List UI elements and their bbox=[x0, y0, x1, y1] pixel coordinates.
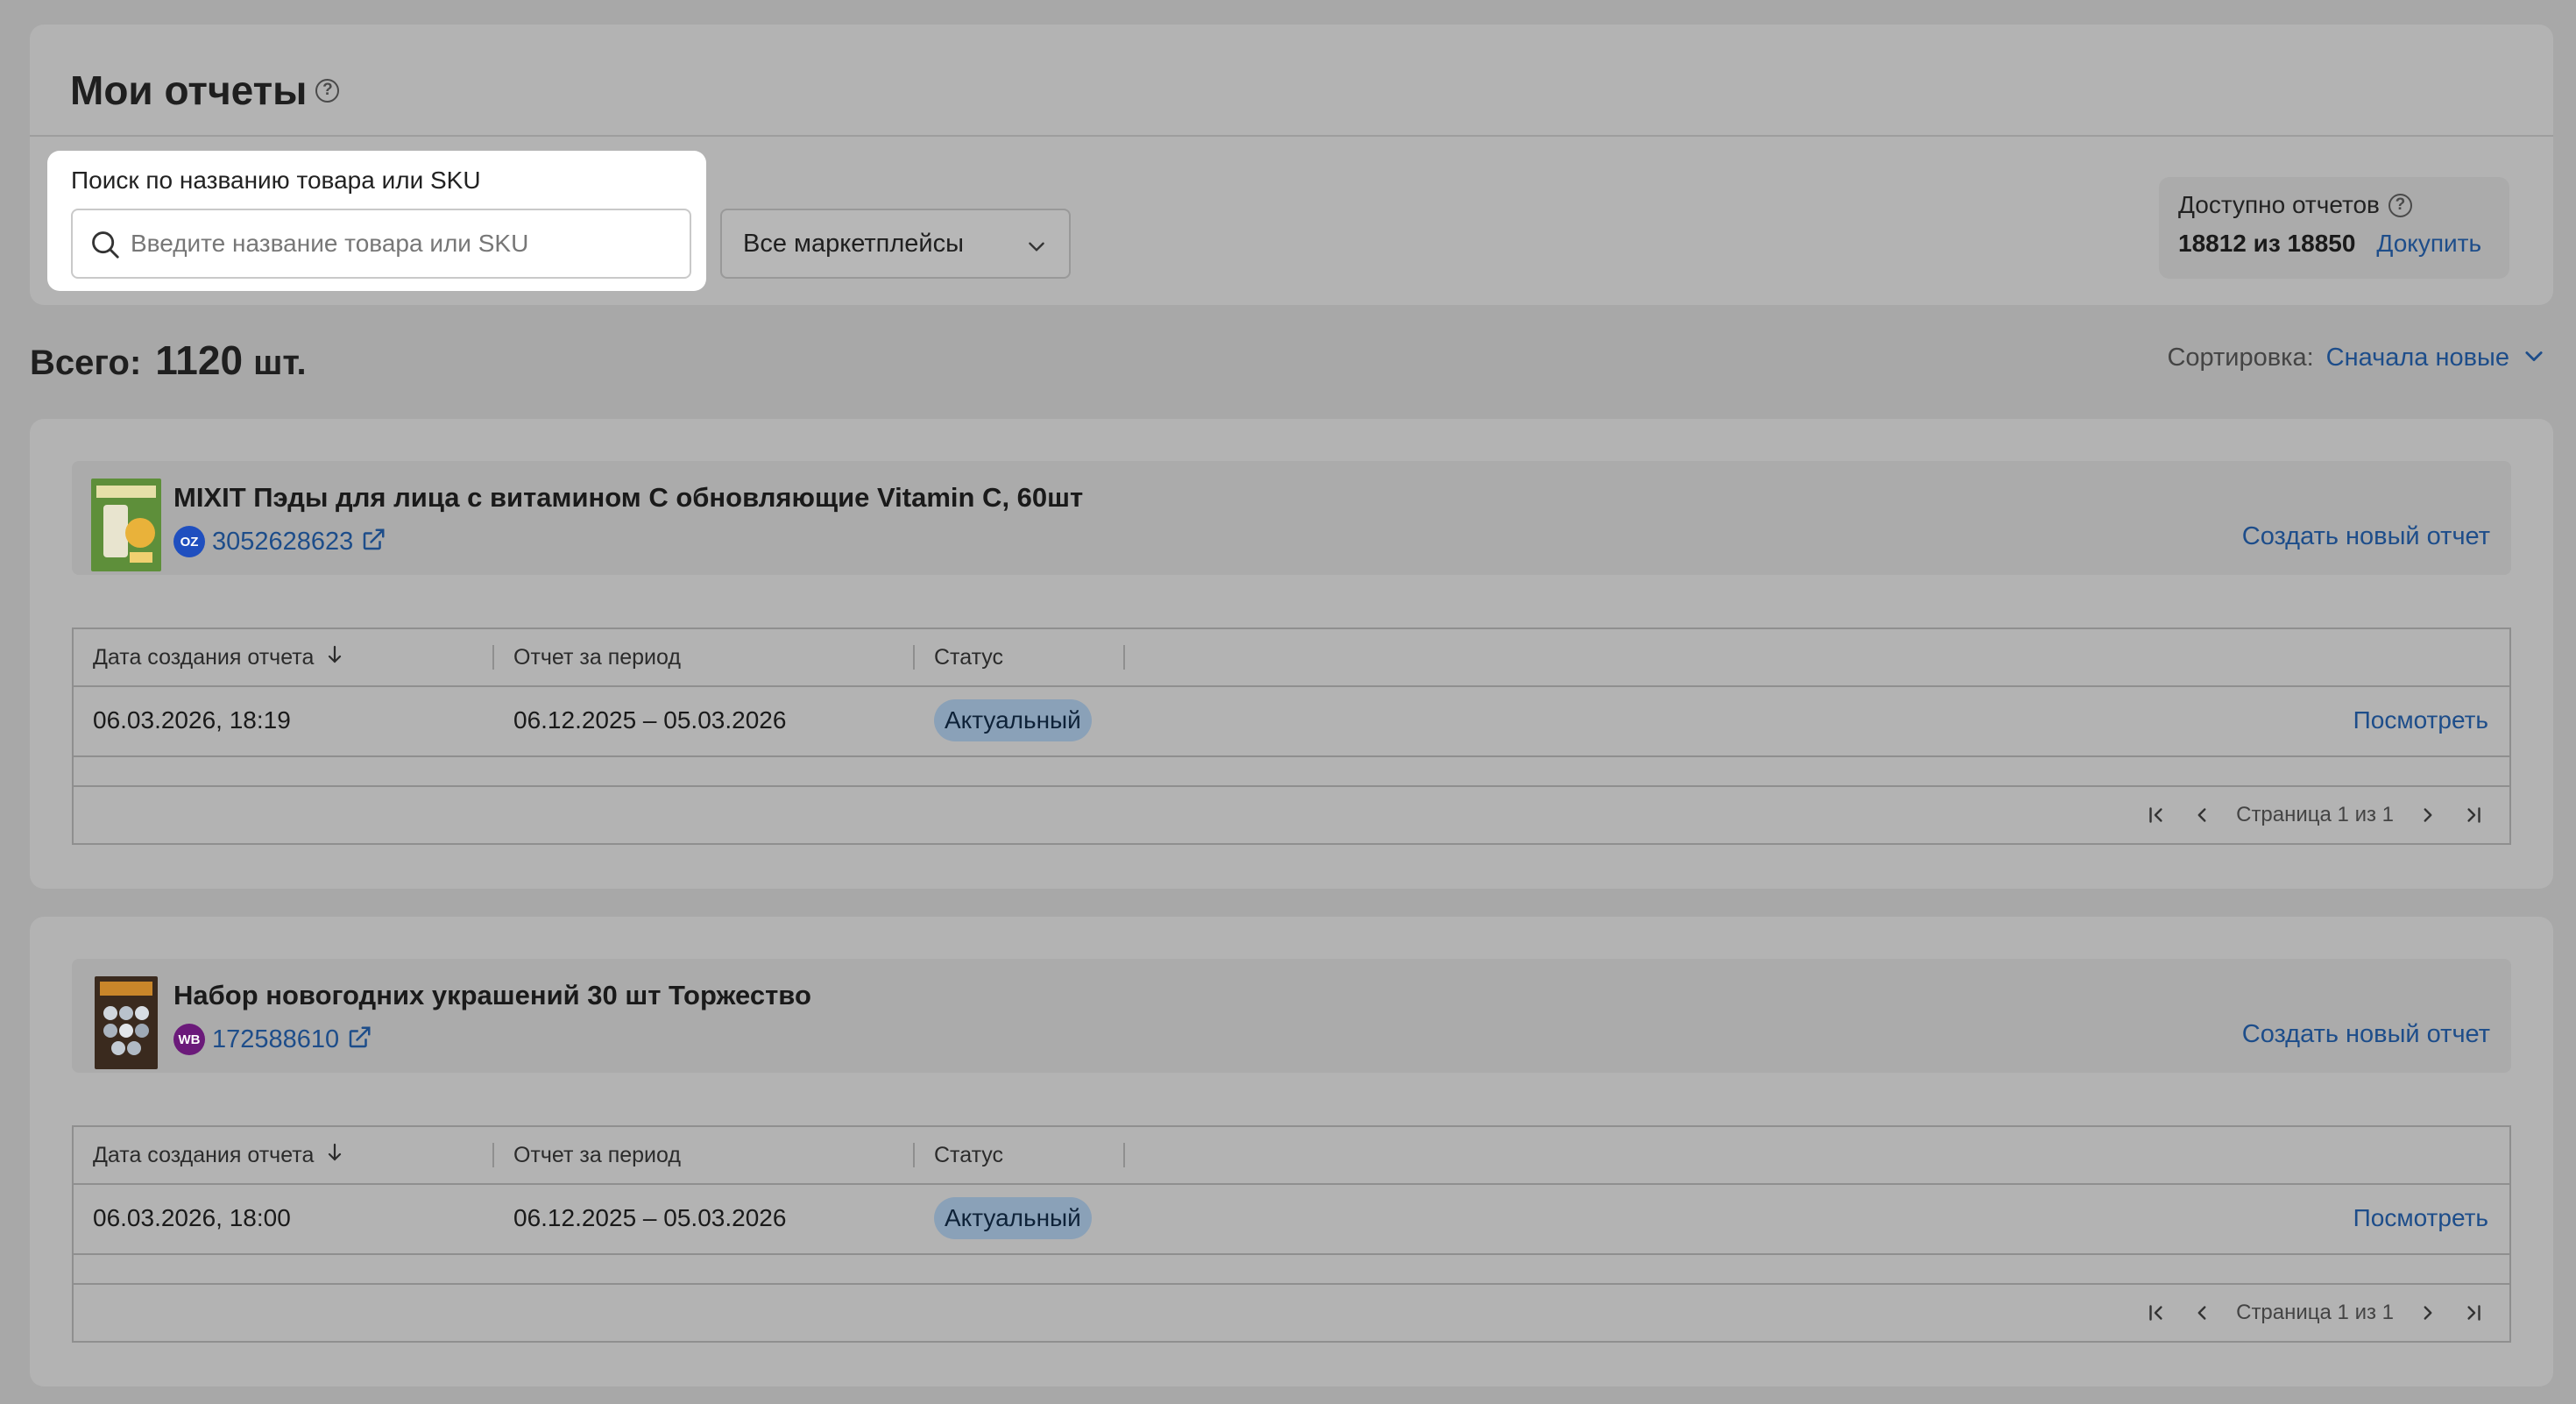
table-spacer bbox=[74, 1255, 2509, 1285]
sort-value[interactable]: Сначала новые bbox=[2326, 344, 2509, 372]
table-row: 06.03.2026, 18:19 06.12.2025 – 05.03.202… bbox=[74, 685, 2509, 757]
product-header: Набор новогодних украшений 30 шт Торжест… bbox=[72, 959, 2511, 1073]
column-separator bbox=[492, 645, 494, 670]
column-separator bbox=[1123, 1143, 1125, 1167]
pagination: Страница 1 из 1 bbox=[2145, 787, 2485, 843]
external-link-icon[interactable] bbox=[360, 527, 386, 557]
ozon-badge-icon: OZ bbox=[173, 526, 205, 557]
last-page-icon[interactable] bbox=[2462, 1301, 2485, 1324]
external-link-icon[interactable] bbox=[346, 1025, 372, 1055]
report-created-date: 06.03.2026, 18:00 bbox=[93, 1204, 291, 1231]
product-sku-row: WB 172588610 bbox=[173, 1024, 372, 1055]
status-badge: Актуальный bbox=[934, 1197, 1092, 1239]
reports-table: Дата создания отчета Отчет за период Ста… bbox=[72, 1125, 2511, 1343]
report-status: Актуальный bbox=[934, 685, 1092, 755]
table-row: 06.03.2026, 18:00 06.12.2025 – 05.03.202… bbox=[74, 1183, 2509, 1255]
quota-value: 18812 из 18850 bbox=[2178, 230, 2356, 257]
next-page-icon[interactable] bbox=[2417, 804, 2439, 826]
marketplace-select[interactable]: Все маркетплейсы bbox=[720, 209, 1071, 279]
last-page-icon[interactable] bbox=[2462, 804, 2485, 826]
report-period: 06.12.2025 – 05.03.2026 bbox=[513, 706, 787, 734]
quota-value-row: 18812 из 18850 Докупить bbox=[2178, 230, 2481, 258]
product-title: MIXIT Пэды для лица с витамином С обновл… bbox=[173, 482, 1084, 513]
column-header-created[interactable]: Дата создания отчета bbox=[93, 629, 343, 685]
wildberries-badge-icon: WB bbox=[173, 1024, 205, 1055]
next-page-icon[interactable] bbox=[2417, 1301, 2439, 1324]
sku-link[interactable]: 3052628623 bbox=[212, 528, 353, 557]
first-page-icon[interactable] bbox=[2145, 804, 2168, 826]
column-header-created[interactable]: Дата создания отчета bbox=[93, 1127, 343, 1183]
page-title-row: Мои отчеты ? bbox=[70, 67, 340, 114]
status-badge: Актуальный bbox=[934, 699, 1092, 741]
table-header-row: Дата создания отчета Отчет за период Ста… bbox=[74, 629, 2509, 687]
column-separator bbox=[913, 645, 915, 670]
create-report-link[interactable]: Создать новый отчет bbox=[2242, 522, 2490, 551]
title-divider bbox=[30, 135, 2553, 137]
table-header-row: Дата создания отчета Отчет за период Ста… bbox=[74, 1127, 2509, 1185]
quota-label-row: Доступно отчетов ? bbox=[2178, 191, 2412, 219]
page-indicator: Страница 1 из 1 bbox=[2236, 1301, 2394, 1324]
page-title: Мои отчеты bbox=[70, 67, 308, 113]
total-unit: шт. bbox=[253, 344, 307, 382]
prev-page-icon[interactable] bbox=[2190, 804, 2213, 826]
view-report-link[interactable]: Посмотреть bbox=[2353, 1183, 2488, 1253]
quota-label: Доступно отчетов bbox=[2178, 191, 2380, 218]
column-header-label: Дата создания отчета bbox=[93, 1142, 315, 1167]
product-title: Набор новогодних украшений 30 шт Торжест… bbox=[173, 980, 811, 1010]
table-spacer bbox=[74, 757, 2509, 787]
search-box: Поиск по названию товара или SKU bbox=[47, 151, 706, 291]
search-input[interactable] bbox=[131, 214, 674, 273]
pagination: Страница 1 из 1 bbox=[2145, 1285, 2485, 1341]
column-header-period: Отчет за период bbox=[513, 1142, 681, 1167]
product-report-card: Набор новогодних украшений 30 шт Торжест… bbox=[30, 917, 2553, 1386]
sort-control[interactable]: Сортировка: Сначала новые bbox=[2167, 344, 2546, 372]
search-label: Поиск по названию товара или SKU bbox=[71, 167, 481, 194]
total-label: Всего: bbox=[30, 344, 142, 382]
page-indicator: Страница 1 из 1 bbox=[2236, 803, 2394, 826]
column-header-period: Отчет за период bbox=[513, 644, 681, 670]
product-thumbnail bbox=[95, 976, 158, 1069]
column-header-status: Статус bbox=[934, 644, 1004, 670]
marketplace-select-value: Все маркетплейсы bbox=[743, 230, 964, 258]
column-separator bbox=[1123, 645, 1125, 670]
first-page-icon[interactable] bbox=[2145, 1301, 2168, 1324]
create-report-link[interactable]: Создать новый отчет bbox=[2242, 1020, 2490, 1049]
buy-more-link[interactable]: Докупить bbox=[2376, 230, 2481, 258]
help-icon[interactable]: ? bbox=[315, 78, 340, 103]
column-header-label: Дата создания отчета bbox=[93, 644, 315, 670]
search-icon bbox=[88, 228, 122, 266]
search-field[interactable] bbox=[71, 209, 691, 279]
prev-page-icon[interactable] bbox=[2190, 1301, 2213, 1324]
column-separator bbox=[913, 1143, 915, 1167]
report-created-date: 06.03.2026, 18:19 bbox=[93, 706, 291, 734]
help-icon[interactable]: ? bbox=[2388, 193, 2412, 217]
product-report-card: MIXIT Пэды для лица с витамином С обновл… bbox=[30, 419, 2553, 889]
product-thumbnail bbox=[91, 479, 161, 571]
report-status: Актуальный bbox=[934, 1183, 1092, 1253]
total-summary: Всего: 1120 шт. bbox=[30, 337, 307, 384]
sort-label: Сортировка: bbox=[2167, 344, 2314, 372]
sort-arrow-down-icon[interactable] bbox=[326, 1142, 343, 1169]
product-header: MIXIT Пэды для лица с витамином С обновл… bbox=[72, 461, 2511, 575]
product-sku-row: OZ 3052628623 bbox=[173, 526, 386, 557]
column-header-status: Статус bbox=[934, 1142, 1004, 1167]
reports-quota: Доступно отчетов ? 18812 из 18850 Докупи… bbox=[2159, 177, 2509, 279]
total-count: 1120 bbox=[155, 337, 244, 383]
sort-arrow-down-icon[interactable] bbox=[326, 644, 343, 671]
chevron-down-icon bbox=[1025, 235, 1048, 262]
reports-table: Дата создания отчета Отчет за период Ста… bbox=[72, 628, 2511, 845]
chevron-down-icon[interactable] bbox=[2522, 344, 2546, 372]
column-separator bbox=[492, 1143, 494, 1167]
report-period: 06.12.2025 – 05.03.2026 bbox=[513, 1204, 787, 1231]
view-report-link[interactable]: Посмотреть bbox=[2353, 685, 2488, 755]
sku-link[interactable]: 172588610 bbox=[212, 1025, 339, 1054]
